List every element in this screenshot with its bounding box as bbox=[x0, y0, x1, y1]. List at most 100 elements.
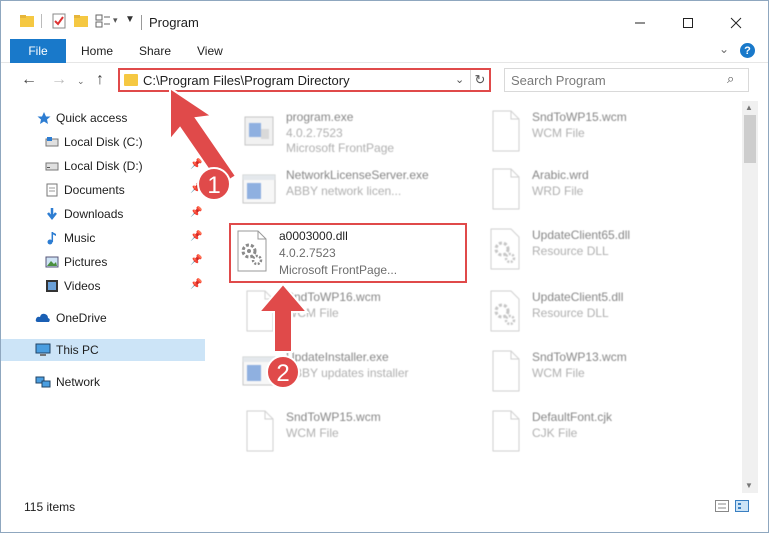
details-view-icon[interactable] bbox=[715, 500, 729, 512]
file-name: program.exe bbox=[286, 110, 354, 124]
document-icon bbox=[241, 409, 277, 453]
ribbon-tabs: File Home Share View ⌄ ? bbox=[1, 39, 768, 63]
sidebar-item-label: Downloads bbox=[64, 207, 124, 221]
sidebar-item-label: Pictures bbox=[64, 255, 108, 269]
file-detail: Resource DLL bbox=[532, 306, 609, 320]
dll-gear-icon bbox=[487, 289, 523, 333]
back-arrow-icon[interactable]: ← bbox=[21, 71, 37, 89]
file-detail: ABBY updates installer bbox=[286, 366, 409, 380]
up-arrow-icon[interactable]: ↑ bbox=[96, 71, 104, 89]
sidebar-item-music[interactable]: Music 📌 bbox=[1, 227, 205, 249]
sidebar-item-local-disk-d[interactable]: Local Disk (D:) 📌 bbox=[1, 155, 205, 177]
file-name: Arabic.wrd bbox=[532, 168, 589, 182]
maximize-button[interactable] bbox=[665, 9, 711, 37]
file-detail: 4.0.2.7523 bbox=[286, 126, 343, 140]
pin-icon[interactable]: 📌 bbox=[190, 255, 202, 266]
scroll-down-icon[interactable]: ▼ bbox=[745, 481, 753, 490]
pin-icon[interactable]: 📌 bbox=[190, 183, 202, 194]
tab-home[interactable]: Home bbox=[81, 44, 113, 58]
scroll-up-icon[interactable]: ▲ bbox=[745, 103, 753, 112]
title-divider bbox=[141, 15, 142, 30]
close-button[interactable] bbox=[713, 9, 759, 37]
sidebar-item-label: Quick access bbox=[56, 111, 128, 125]
pictures-icon bbox=[45, 255, 59, 269]
file-item[interactable]: SndToWP16.wcm WCM File bbox=[233, 285, 468, 341]
file-detail: 4.0.2.7523 bbox=[279, 246, 336, 260]
vertical-scrollbar[interactable]: ▲ ▼ bbox=[742, 101, 758, 493]
sidebar-item-local-disk-c[interactable]: Local Disk (C:) 📌 bbox=[1, 131, 205, 153]
videos-icon bbox=[45, 279, 59, 293]
pin-icon[interactable]: 📌 bbox=[190, 207, 202, 218]
tiles-view-icon[interactable] bbox=[735, 500, 749, 512]
file-detail: WRD File bbox=[532, 184, 584, 198]
sidebar-item-pictures[interactable]: Pictures 📌 bbox=[1, 251, 205, 273]
pin-icon[interactable]: 📌 bbox=[190, 159, 202, 170]
document-icon bbox=[487, 409, 523, 453]
sidebar-item-quick-access[interactable]: Quick access bbox=[1, 107, 205, 129]
file-item[interactable]: UpdateClient65.dll Resource DLL bbox=[479, 223, 714, 279]
navigation-pane: Quick access Local Disk (C:) 📌 Local Dis… bbox=[1, 101, 205, 496]
file-item[interactable]: NetworkLicenseServer.exe ABBY network li… bbox=[233, 163, 468, 219]
sidebar-item-videos[interactable]: Videos 📌 bbox=[1, 275, 205, 297]
search-input[interactable] bbox=[511, 72, 721, 88]
address-path[interactable]: C:\Program Files\Program Directory bbox=[143, 73, 350, 88]
chevron-down-icon[interactable]: ⌄ bbox=[455, 73, 464, 86]
file-detail: WCM File bbox=[532, 366, 585, 380]
folder-icon[interactable] bbox=[19, 13, 35, 29]
search-box[interactable]: ⌕ bbox=[504, 68, 749, 92]
file-name: SndToWP16.wcm bbox=[286, 290, 381, 304]
pin-icon[interactable]: 📌 bbox=[190, 231, 202, 242]
search-icon[interactable]: ⌕ bbox=[727, 71, 734, 87]
minimize-button[interactable] bbox=[617, 9, 663, 37]
sidebar-item-network[interactable]: Network bbox=[1, 371, 205, 393]
new-folder-icon[interactable] bbox=[73, 13, 89, 29]
document-icon bbox=[487, 167, 523, 211]
pin-icon[interactable]: 📌 bbox=[190, 135, 202, 146]
file-item[interactable]: UpdateClient5.dll Resource DLL bbox=[479, 285, 714, 341]
help-button[interactable]: ? bbox=[740, 43, 755, 58]
file-name: a0003000.dll bbox=[279, 229, 348, 243]
file-item[interactable]: program.exe 4.0.2.7523 Microsoft FrontPa… bbox=[233, 105, 468, 161]
customize-toolbar-icon[interactable]: ▼ bbox=[125, 14, 141, 30]
scrollbar-thumb[interactable] bbox=[744, 115, 756, 163]
view-options-icon[interactable] bbox=[95, 13, 111, 29]
sidebar-item-this-pc[interactable]: This PC bbox=[1, 339, 205, 361]
sidebar-item-label: OneDrive bbox=[56, 311, 107, 325]
file-name: NetworkLicenseServer.exe bbox=[286, 168, 429, 182]
dll-gear-icon bbox=[487, 227, 523, 271]
star-icon bbox=[37, 111, 51, 125]
file-item[interactable]: DefaultFont.cjk CJK File bbox=[479, 405, 714, 461]
file-name: DefaultFont.cjk bbox=[532, 410, 613, 424]
expand-ribbon-icon[interactable]: ⌄ bbox=[719, 42, 729, 56]
sidebar-item-label: Local Disk (D:) bbox=[64, 159, 143, 173]
file-detail: Microsoft FrontPage... bbox=[279, 263, 398, 277]
sidebar-item-documents[interactable]: Documents 📌 bbox=[1, 179, 205, 201]
selected-file-a0003000-dll[interactable]: a0003000.dll 4.0.2.7523 Microsoft FrontP… bbox=[229, 223, 467, 283]
sidebar-item-label: Documents bbox=[64, 183, 125, 197]
sidebar-item-label: This PC bbox=[56, 343, 99, 357]
app-window-icon bbox=[241, 349, 277, 393]
tab-file[interactable]: File bbox=[10, 39, 66, 63]
cloud-icon bbox=[35, 311, 50, 325]
properties-icon[interactable] bbox=[51, 13, 67, 29]
window-title: Program bbox=[149, 15, 199, 30]
item-count: 115 items bbox=[24, 500, 76, 514]
file-item[interactable]: Arabic.wrd WRD File bbox=[479, 163, 714, 219]
sidebar-item-downloads[interactable]: Downloads 📌 bbox=[1, 203, 205, 225]
app-window-icon bbox=[241, 167, 277, 211]
document-icon bbox=[487, 349, 523, 393]
recent-locations-icon[interactable]: ⌄ bbox=[77, 76, 85, 87]
file-name: UpdateInstaller.exe bbox=[286, 350, 389, 364]
sidebar-item-onedrive[interactable]: OneDrive bbox=[1, 307, 205, 329]
tab-share[interactable]: Share bbox=[139, 44, 171, 58]
forward-arrow-icon[interactable]: → bbox=[51, 71, 67, 89]
file-item[interactable]: UpdateInstaller.exe ABBY updates install… bbox=[233, 345, 468, 401]
tab-view[interactable]: View bbox=[197, 44, 223, 58]
dll-gear-icon bbox=[234, 229, 270, 273]
file-item[interactable]: SndToWP15.wcm WCM File bbox=[479, 105, 714, 161]
file-item[interactable]: SndToWP13.wcm WCM File bbox=[479, 345, 714, 401]
address-bar[interactable]: C:\Program Files\Program Directory ⌄ ↻ bbox=[118, 68, 491, 92]
refresh-icon[interactable]: ↻ bbox=[470, 70, 489, 90]
pin-icon[interactable]: 📌 bbox=[190, 279, 202, 290]
file-item[interactable]: SndToWP15.wcm WCM File bbox=[233, 405, 468, 461]
